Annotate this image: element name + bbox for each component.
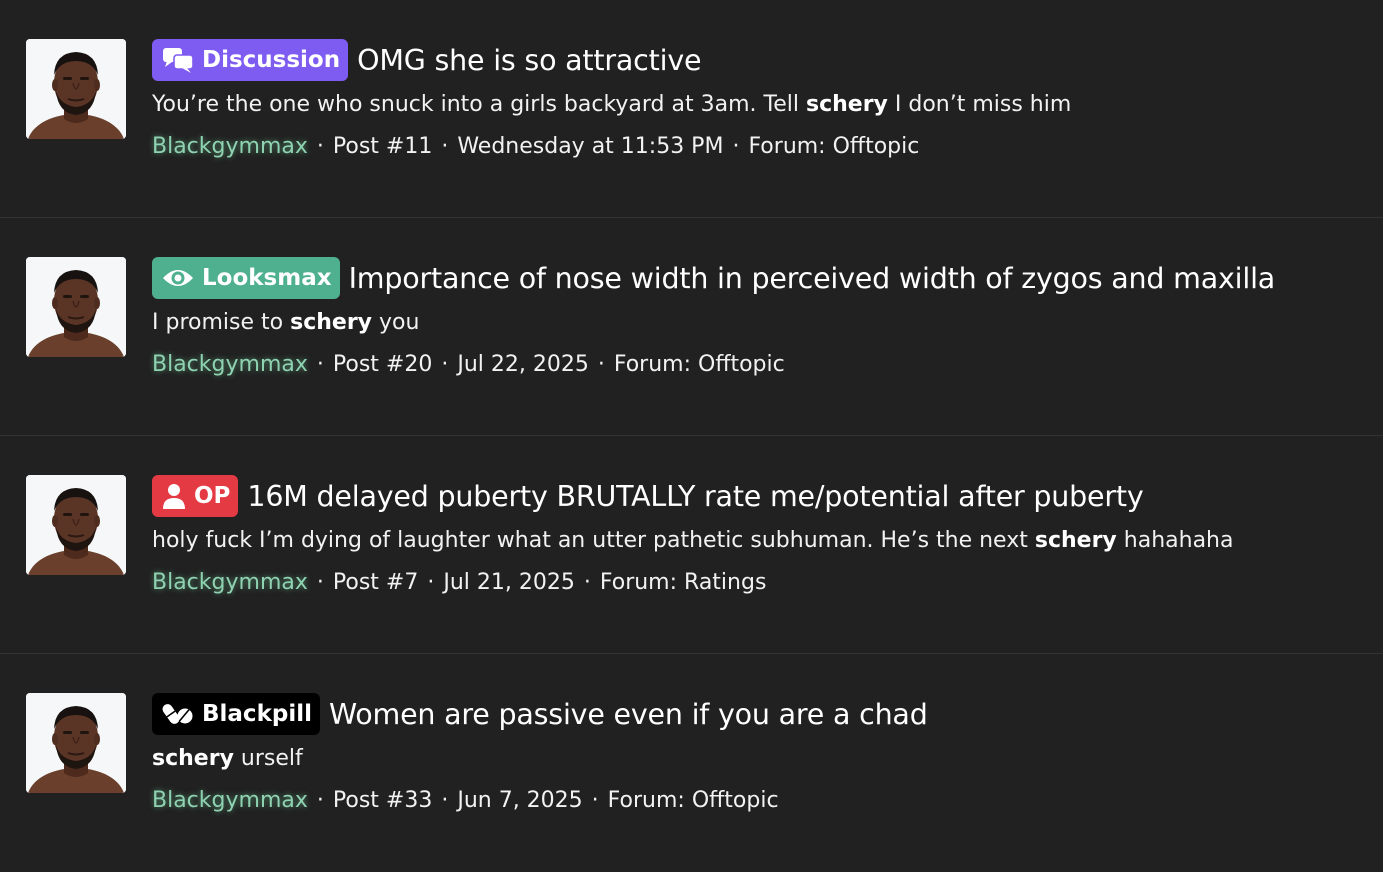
result-content: Discussion OMG she is so attractive You’… bbox=[152, 39, 1363, 165]
post-meta: Blackgymmax · Post #20 · Jul 22, 2025 · … bbox=[152, 347, 1363, 383]
prefix-text: Blackpill bbox=[202, 701, 312, 727]
prefix-label-op[interactable]: OP bbox=[152, 475, 239, 517]
post-date: Jun 7, 2025 bbox=[457, 788, 583, 813]
post-date: Wednesday at 11:53 PM bbox=[457, 134, 724, 159]
eye-icon bbox=[162, 267, 194, 289]
post-date: Jul 21, 2025 bbox=[443, 570, 575, 595]
meta-separator: · bbox=[597, 352, 605, 377]
search-term-highlight: schery bbox=[1034, 528, 1117, 553]
thread-title-link[interactable]: OMG she is so attractive bbox=[357, 44, 701, 77]
meta-separator: · bbox=[583, 570, 591, 595]
post-snippet[interactable]: I promise to schery you bbox=[152, 305, 1363, 341]
post-meta: Blackgymmax · Post #7 · Jul 21, 2025 · F… bbox=[152, 565, 1363, 601]
post-snippet[interactable]: holy fuck I’m dying of laughter what an … bbox=[152, 523, 1363, 559]
user-icon bbox=[162, 483, 186, 509]
post-meta: Blackgymmax · Post #33 · Jun 7, 2025 · F… bbox=[152, 783, 1363, 819]
prefix-label-looksmax[interactable]: Looksmax bbox=[152, 257, 340, 299]
snippet-text: hahahaha bbox=[1116, 528, 1234, 553]
meta-separator: · bbox=[441, 352, 449, 377]
username-link[interactable]: Blackgymmax bbox=[152, 352, 308, 377]
title-line: OP 16M delayed puberty BRUTALLY rate me/… bbox=[152, 475, 1363, 517]
meta-separator: · bbox=[732, 134, 740, 159]
search-result-item: OP 16M delayed puberty BRUTALLY rate me/… bbox=[0, 436, 1383, 654]
prefix-label-blackpill[interactable]: Blackpill bbox=[152, 693, 320, 735]
search-term-highlight: schery bbox=[805, 92, 888, 117]
thread-title-link[interactable]: Women are passive even if you are a chad bbox=[329, 698, 928, 731]
result-content: Looksmax Importance of nose width in per… bbox=[152, 257, 1363, 383]
post-number[interactable]: Post #7 bbox=[333, 570, 418, 595]
post-snippet[interactable]: You’re the one who snuck into a girls ba… bbox=[152, 87, 1363, 123]
pills-icon bbox=[162, 702, 194, 726]
meta-separator: · bbox=[316, 788, 324, 813]
meta-separator: · bbox=[316, 570, 324, 595]
search-result-item: Discussion OMG she is so attractive You’… bbox=[0, 0, 1383, 218]
search-result-item: Looksmax Importance of nose width in per… bbox=[0, 218, 1383, 436]
chat-bubbles-icon bbox=[162, 47, 194, 73]
username-link[interactable]: Blackgymmax bbox=[152, 788, 308, 813]
search-result-item: Blackpill Women are passive even if you … bbox=[0, 654, 1383, 872]
avatar[interactable] bbox=[26, 693, 126, 793]
post-number[interactable]: Post #33 bbox=[333, 788, 432, 813]
snippet-text: you bbox=[372, 310, 420, 335]
title-line: Looksmax Importance of nose width in per… bbox=[152, 257, 1363, 299]
meta-separator: · bbox=[316, 352, 324, 377]
meta-separator: · bbox=[441, 134, 449, 159]
meta-separator: · bbox=[427, 570, 435, 595]
meta-separator: · bbox=[316, 134, 324, 159]
meta-separator: · bbox=[591, 788, 599, 813]
forum-link[interactable]: Forum: Offtopic bbox=[748, 134, 919, 159]
title-line: Blackpill Women are passive even if you … bbox=[152, 693, 1363, 735]
result-content: Blackpill Women are passive even if you … bbox=[152, 693, 1363, 819]
snippet-text: I don’t miss him bbox=[887, 92, 1072, 117]
search-term-highlight: schery bbox=[290, 310, 373, 335]
post-number[interactable]: Post #20 bbox=[333, 352, 432, 377]
snippet-text: You’re the one who snuck into a girls ba… bbox=[152, 92, 806, 117]
forum-link[interactable]: Forum: Offtopic bbox=[614, 352, 785, 377]
username-link[interactable]: Blackgymmax bbox=[152, 134, 308, 159]
snippet-text: holy fuck I’m dying of laughter what an … bbox=[152, 528, 1035, 553]
prefix-text: OP bbox=[194, 483, 231, 509]
avatar[interactable] bbox=[26, 39, 126, 139]
post-meta: Blackgymmax · Post #11 · Wednesday at 11… bbox=[152, 129, 1363, 165]
snippet-text: I promise to bbox=[152, 310, 291, 335]
post-snippet[interactable]: schery urself bbox=[152, 741, 1363, 777]
forum-link[interactable]: Forum: Ratings bbox=[600, 570, 767, 595]
title-line: Discussion OMG she is so attractive bbox=[152, 39, 1363, 81]
thread-title-link[interactable]: Importance of nose width in perceived wi… bbox=[349, 262, 1276, 295]
username-link[interactable]: Blackgymmax bbox=[152, 570, 308, 595]
avatar[interactable] bbox=[26, 257, 126, 357]
prefix-text: Discussion bbox=[202, 47, 341, 73]
search-results-list: Discussion OMG she is so attractive You’… bbox=[0, 0, 1383, 872]
avatar[interactable] bbox=[26, 475, 126, 575]
post-date: Jul 22, 2025 bbox=[457, 352, 589, 377]
prefix-text: Looksmax bbox=[202, 265, 332, 291]
forum-link[interactable]: Forum: Offtopic bbox=[608, 788, 779, 813]
snippet-text: urself bbox=[233, 746, 303, 771]
search-term-highlight: schery bbox=[152, 746, 234, 771]
result-content: OP 16M delayed puberty BRUTALLY rate me/… bbox=[152, 475, 1363, 601]
thread-title-link[interactable]: 16M delayed puberty BRUTALLY rate me/pot… bbox=[247, 480, 1143, 513]
prefix-label-discussion[interactable]: Discussion bbox=[152, 39, 349, 81]
meta-separator: · bbox=[441, 788, 449, 813]
post-number[interactable]: Post #11 bbox=[333, 134, 432, 159]
